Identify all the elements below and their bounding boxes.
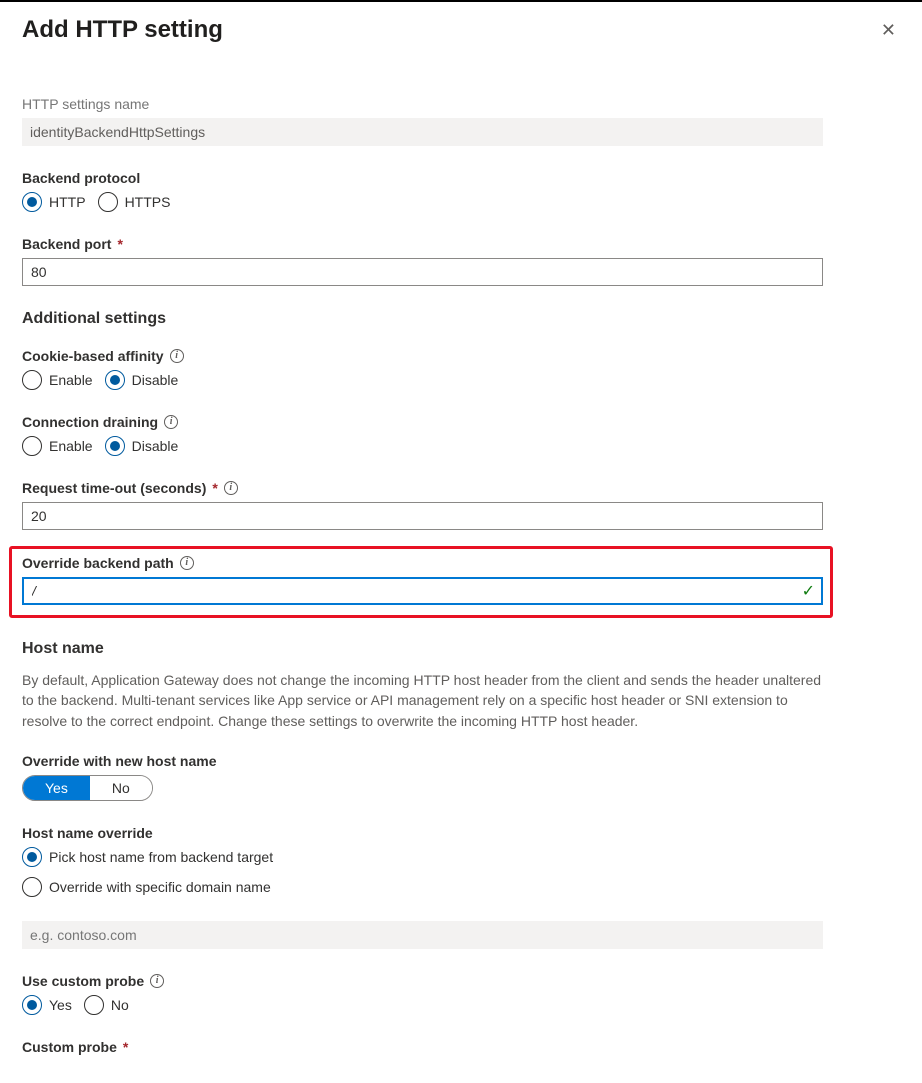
draining-label: Connection draining i — [22, 414, 900, 430]
draining-disable-label: Disable — [132, 438, 179, 454]
override-path-label: Override backend path i — [22, 555, 820, 571]
field-hostname-override: Host name override Pick host name from b… — [22, 825, 900, 897]
field-custom-probe: Use custom probe i Yes No — [22, 973, 900, 1015]
affinity-enable-radio[interactable]: Enable — [22, 370, 93, 390]
hostname-pick-label: Pick host name from backend target — [49, 849, 273, 865]
info-icon[interactable]: i — [170, 349, 184, 363]
override-path-input[interactable] — [22, 577, 823, 605]
radio-icon — [22, 436, 42, 456]
close-icon[interactable]: ✕ — [877, 17, 900, 43]
field-probe-select: Custom probe * — [22, 1039, 900, 1055]
protocol-https-label: HTTPS — [125, 194, 171, 210]
hostname-heading: Host name — [22, 640, 900, 658]
field-backend-port: Backend port * — [22, 236, 900, 286]
radio-icon — [22, 370, 42, 390]
override-host-label: Override with new host name — [22, 753, 900, 769]
radio-icon — [84, 995, 104, 1015]
field-domain — [22, 921, 900, 949]
timeout-input[interactable] — [22, 502, 823, 530]
required-indicator: * — [212, 480, 217, 496]
cookie-affinity-label: Cookie-based affinity i — [22, 348, 900, 364]
settings-name-label: HTTP settings name — [22, 96, 900, 112]
radio-icon — [105, 370, 125, 390]
info-icon[interactable]: i — [180, 556, 194, 570]
field-request-timeout: Request time-out (seconds) * i — [22, 480, 900, 530]
domain-input — [22, 921, 823, 949]
radio-icon — [22, 877, 42, 897]
hostname-specific-radio[interactable]: Override with specific domain name — [22, 877, 900, 897]
info-icon[interactable]: i — [150, 974, 164, 988]
required-indicator: * — [117, 236, 122, 252]
info-icon[interactable]: i — [224, 481, 238, 495]
field-connection-draining: Connection draining i Enable Disable — [22, 414, 900, 456]
override-host-toggle[interactable]: Yes No — [22, 775, 153, 801]
panel-title: Add HTTP setting — [22, 16, 223, 44]
protocol-http-radio[interactable]: HTTP — [22, 192, 86, 212]
override-host-yes[interactable]: Yes — [23, 776, 90, 800]
field-backend-protocol: Backend protocol HTTP HTTPS — [22, 170, 900, 212]
custom-probe-no-label: No — [111, 997, 129, 1013]
backend-port-input[interactable] — [22, 258, 823, 286]
info-icon[interactable]: i — [164, 415, 178, 429]
hostname-override-label: Host name override — [22, 825, 900, 841]
affinity-enable-label: Enable — [49, 372, 93, 388]
custom-probe-label: Use custom probe i — [22, 973, 900, 989]
affinity-disable-label: Disable — [132, 372, 179, 388]
custom-probe-yes-label: Yes — [49, 997, 72, 1013]
protocol-http-label: HTTP — [49, 194, 86, 210]
protocol-https-radio[interactable]: HTTPS — [98, 192, 171, 212]
custom-probe-yes-radio[interactable]: Yes — [22, 995, 72, 1015]
hostname-help-text: By default, Application Gateway does not… — [22, 670, 827, 731]
radio-icon — [22, 995, 42, 1015]
backend-port-label: Backend port * — [22, 236, 900, 252]
hostname-pick-radio[interactable]: Pick host name from backend target — [22, 847, 900, 867]
settings-name-input — [22, 118, 823, 146]
custom-probe-no-radio[interactable]: No — [84, 995, 129, 1015]
draining-enable-radio[interactable]: Enable — [22, 436, 93, 456]
required-indicator: * — [123, 1039, 128, 1055]
radio-icon — [22, 192, 42, 212]
override-path-highlight: Override backend path i ✓ — [9, 546, 833, 618]
override-host-no[interactable]: No — [90, 776, 152, 800]
radio-icon — [22, 847, 42, 867]
radio-icon — [98, 192, 118, 212]
hostname-specific-label: Override with specific domain name — [49, 879, 271, 895]
timeout-label: Request time-out (seconds) * i — [22, 480, 900, 496]
affinity-disable-radio[interactable]: Disable — [105, 370, 179, 390]
checkmark-icon: ✓ — [802, 581, 815, 601]
additional-settings-heading: Additional settings — [22, 310, 900, 328]
panel-header: Add HTTP setting ✕ — [22, 16, 900, 44]
probe-select-label: Custom probe * — [22, 1039, 900, 1055]
field-cookie-affinity: Cookie-based affinity i Enable Disable — [22, 348, 900, 390]
backend-protocol-label: Backend protocol — [22, 170, 900, 186]
field-settings-name: HTTP settings name — [22, 96, 900, 146]
field-override-host: Override with new host name Yes No — [22, 753, 900, 801]
radio-icon — [105, 436, 125, 456]
draining-disable-radio[interactable]: Disable — [105, 436, 179, 456]
draining-enable-label: Enable — [49, 438, 93, 454]
